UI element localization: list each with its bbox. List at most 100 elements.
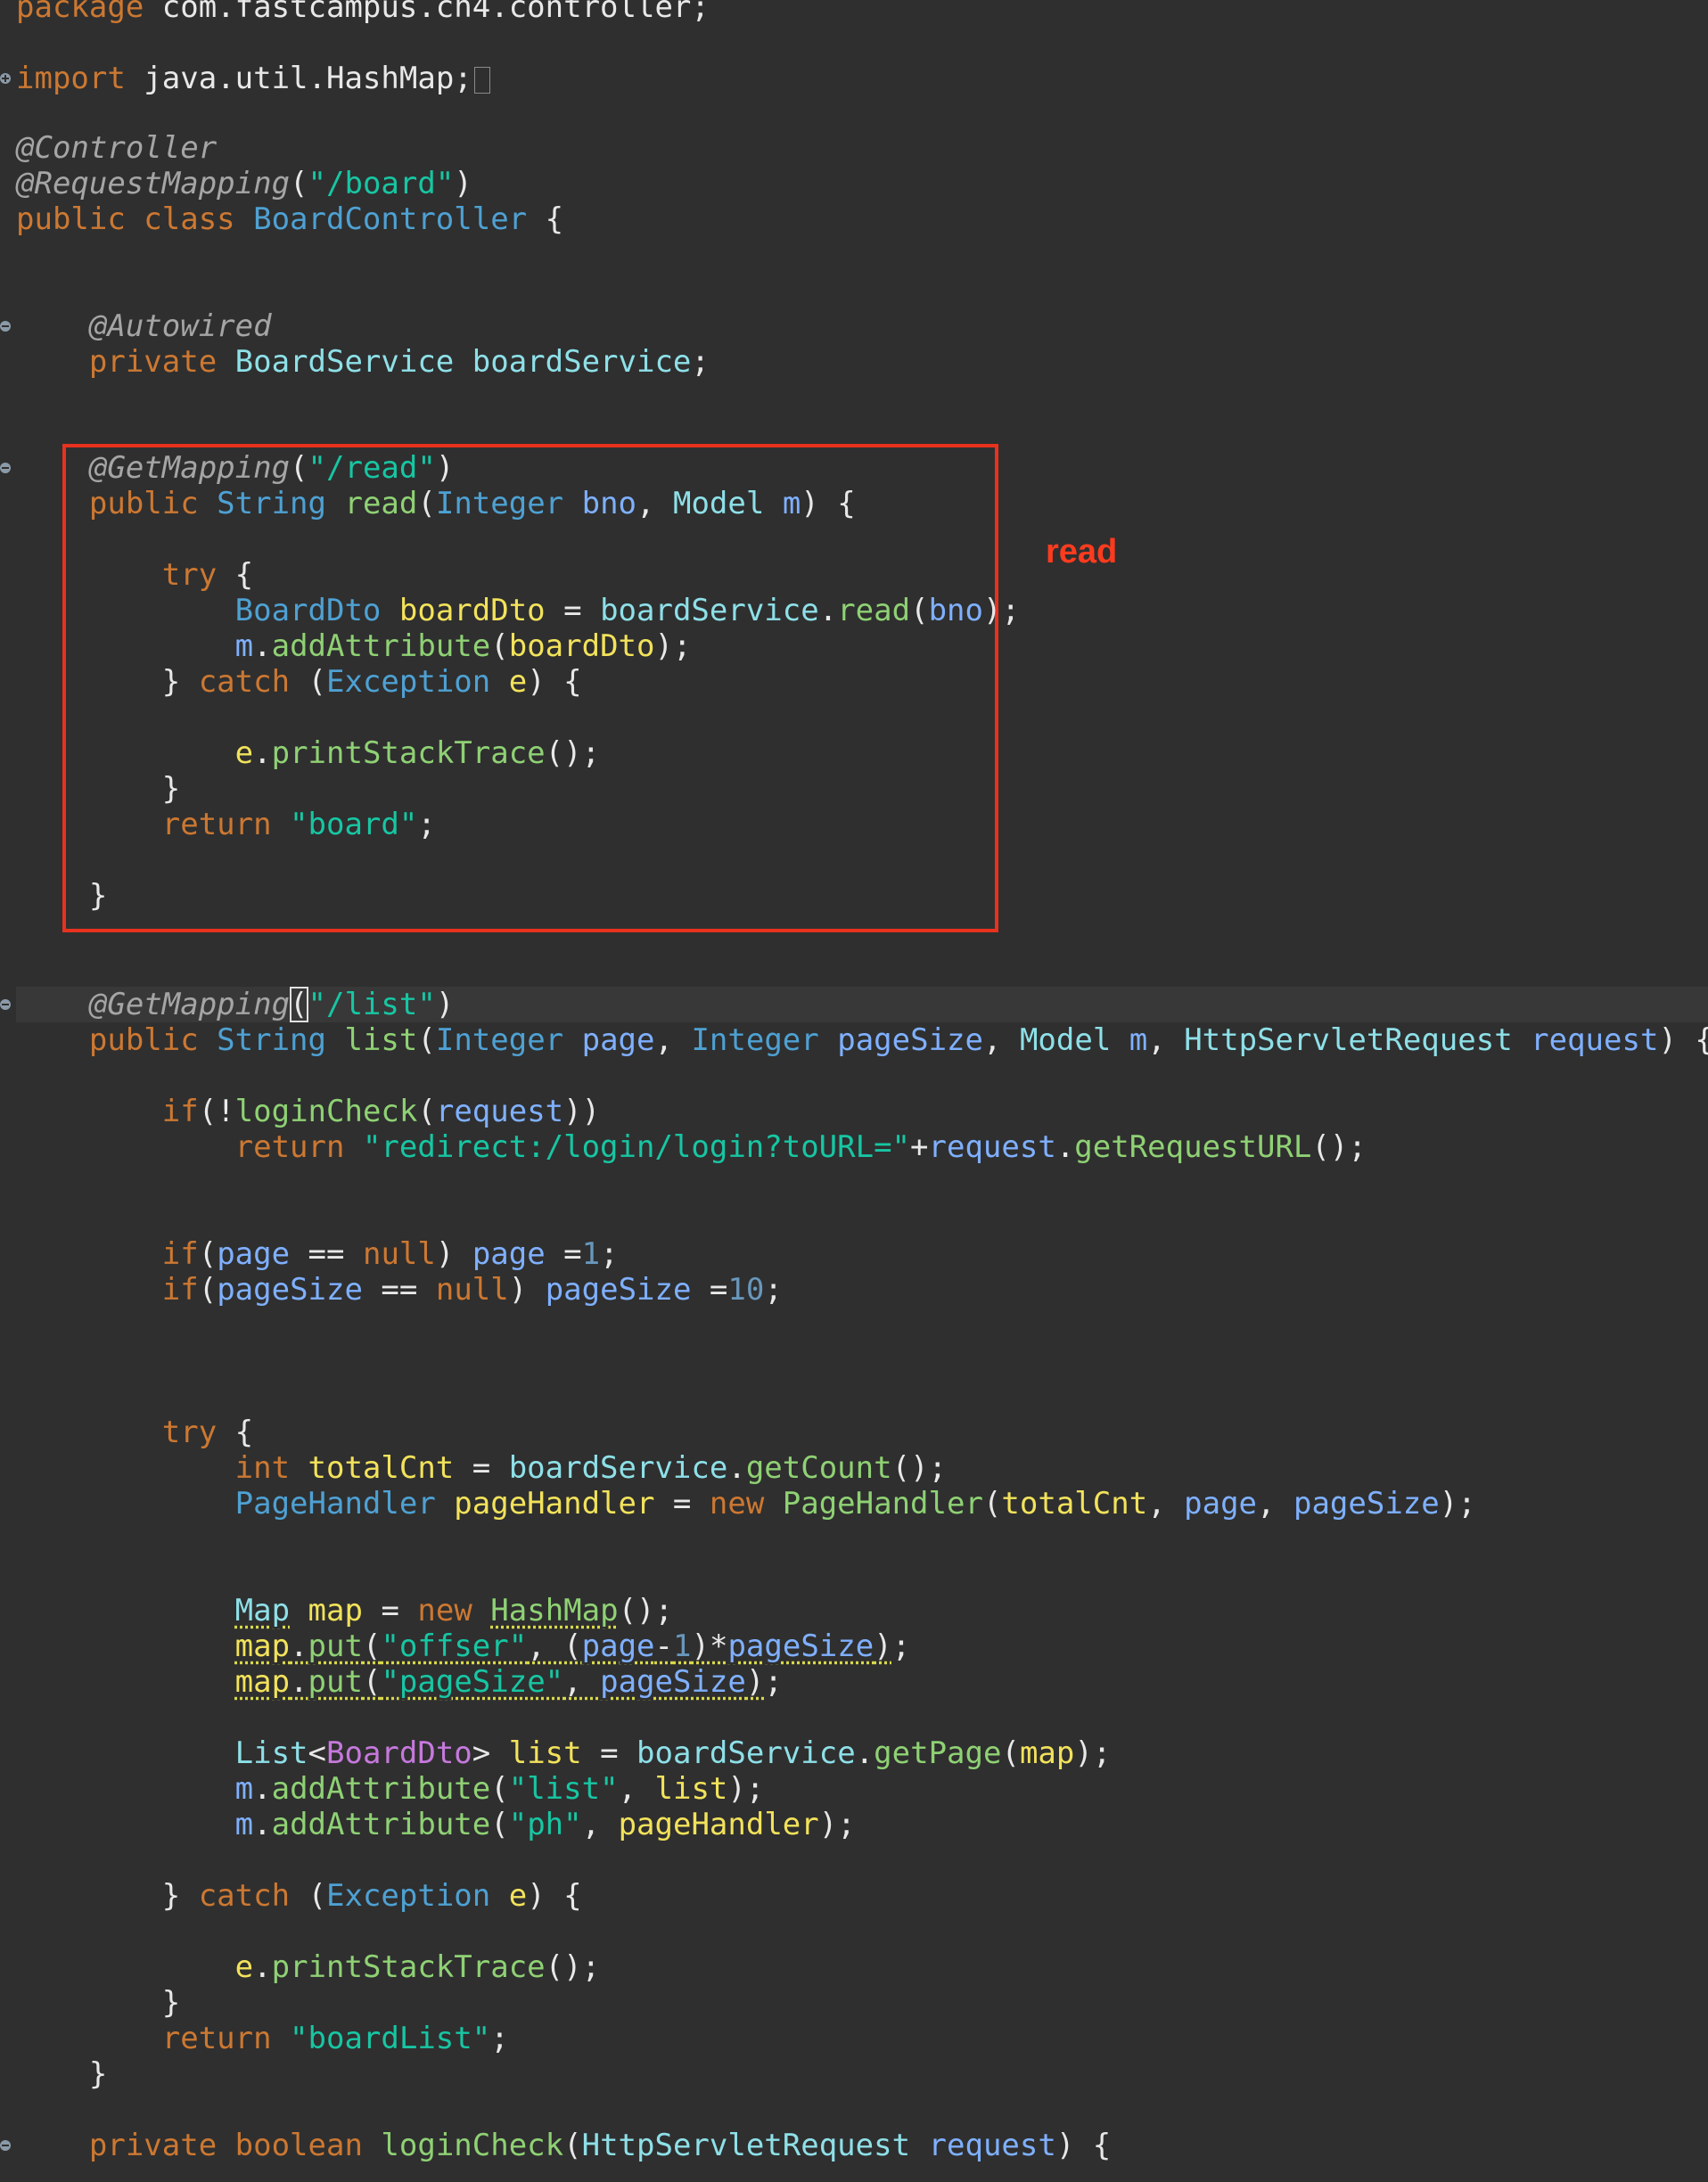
code-line[interactable]: map.put("pageSize", pageSize); <box>16 1664 783 1700</box>
code-line[interactable]: if(page == null) page =1; <box>16 1236 619 1272</box>
code-line[interactable]: package com.fastcampus.ch4.controller; <box>16 0 710 25</box>
code-token: HttpServletRequest <box>581 2128 929 2163</box>
code-token: private <box>16 344 235 380</box>
code-token: "board" <box>290 807 418 842</box>
code-token: return <box>16 2021 291 2056</box>
code-token: list <box>508 1735 582 1771</box>
code-token: catch <box>198 1878 291 1914</box>
code-line[interactable]: e.printStackTrace(); <box>16 1949 600 1985</box>
code-token: = <box>581 1735 637 1771</box>
code-token: . <box>727 1450 746 1486</box>
code-line[interactable]: } <box>16 2056 107 2092</box>
code-token: page <box>217 1236 291 1272</box>
folded-imports-marker[interactable] <box>473 66 490 94</box>
code-line[interactable]: @Controller <box>16 130 217 166</box>
code-line[interactable]: if(!loginCheck(request)) <box>16 1094 600 1129</box>
code-token: boardDto <box>508 628 655 664</box>
code-token: , <box>1147 1022 1185 1058</box>
code-line[interactable]: @RequestMapping("/board") <box>16 166 472 201</box>
code-line[interactable]: List<BoardDto> list = boardService.getPa… <box>16 1735 1112 1771</box>
code-line[interactable]: @GetMapping("/read") <box>16 450 454 486</box>
fold-collapse-icon[interactable] <box>0 999 11 1010</box>
code-line[interactable]: m.addAttribute(boardDto); <box>16 628 692 664</box>
code-token: } <box>16 1985 181 2021</box>
code-token: public class <box>16 201 254 237</box>
code-token: HttpServletRequest <box>1184 1022 1531 1058</box>
code-token: . <box>253 1949 272 1985</box>
code-token: Integer <box>435 1022 582 1058</box>
code-line[interactable]: } catch (Exception e) { <box>16 1878 582 1914</box>
code-token: ( <box>290 987 308 1022</box>
code-token: map <box>1019 1735 1075 1771</box>
code-token: ( <box>490 1771 509 1807</box>
code-token: ) <box>454 166 472 201</box>
code-token: 1 <box>673 1628 692 1664</box>
fold-collapse-icon[interactable] <box>0 2140 11 2151</box>
code-line[interactable]: private boolean loginCheck(HttpServletRe… <box>16 2128 1111 2163</box>
code-token: return <box>16 807 291 842</box>
code-editor[interactable]: read package com.fastcampus.ch4.controll… <box>0 0 1708 2182</box>
code-token: . <box>253 1771 272 1807</box>
code-token: = <box>654 1486 710 1522</box>
code-line[interactable]: @GetMapping("/list") <box>16 987 454 1022</box>
code-token: map <box>308 1593 363 1628</box>
code-line[interactable]: m.addAttribute("list", list); <box>16 1771 765 1807</box>
code-line[interactable]: if(pageSize == null) pageSize =10; <box>16 1272 783 1308</box>
code-token: = <box>454 1450 509 1486</box>
code-token: (); <box>1311 1129 1367 1165</box>
code-token: == <box>290 1236 363 1272</box>
code-line[interactable]: } catch (Exception e) { <box>16 664 582 700</box>
code-line[interactable]: return "board"; <box>16 807 436 842</box>
code-token: (! <box>198 1094 235 1129</box>
fold-expand-icon[interactable] <box>0 73 11 84</box>
code-line[interactable]: try { <box>16 557 253 593</box>
code-line[interactable]: PageHandler pageHandler = new PageHandle… <box>16 1486 1476 1522</box>
code-line[interactable]: import java.util.HashMap; <box>16 61 490 96</box>
fold-collapse-icon[interactable] <box>0 321 11 332</box>
code-line[interactable]: private BoardService boardService; <box>16 344 710 380</box>
code-line[interactable]: @Autowired <box>16 308 272 344</box>
fold-collapse-icon[interactable] <box>0 463 11 473</box>
code-token: ) <box>435 987 455 1022</box>
code-line[interactable]: } <box>16 771 180 807</box>
code-line[interactable]: public String list(Integer page, Integer… <box>16 1022 1708 1058</box>
code-token: m <box>782 486 801 521</box>
code-token: e <box>508 664 528 700</box>
code-token: ) <box>874 1628 892 1664</box>
code-token: } <box>16 1878 199 1914</box>
code-line[interactable]: int totalCnt = boardService.getCount(); <box>16 1450 947 1486</box>
code-token: (); <box>545 1949 601 1985</box>
code-line[interactable]: try { <box>16 1415 253 1450</box>
code-token: Model <box>672 486 783 521</box>
code-token: null <box>362 1236 436 1272</box>
code-token: = <box>691 1272 728 1308</box>
code-line[interactable]: BoardDto boardDto = boardService.read(bn… <box>16 593 1020 628</box>
code-line[interactable]: } <box>16 878 107 914</box>
code-line[interactable]: m.addAttribute("ph", pageHandler); <box>16 1807 856 1842</box>
code-line[interactable]: Map map = new HashMap(); <box>16 1593 673 1628</box>
code-token: . <box>253 628 272 664</box>
code-line[interactable]: e.printStackTrace(); <box>16 735 600 771</box>
code-line[interactable]: } <box>16 1985 180 2021</box>
code-token: , ( <box>527 1628 582 1664</box>
code-token: ) <box>508 1272 546 1308</box>
code-token: ( <box>198 1236 218 1272</box>
code-token: @RequestMapping <box>16 166 291 201</box>
code-line[interactable]: map.put("offser", (page-1)*pageSize); <box>16 1628 911 1664</box>
code-token: page <box>1184 1486 1258 1522</box>
code-token: pageSize <box>545 1272 692 1308</box>
code-token: , <box>618 1771 655 1807</box>
code-token: printStackTrace <box>271 1949 546 1985</box>
code-line[interactable]: return "boardList"; <box>16 2021 509 2056</box>
code-token: == <box>362 1272 436 1308</box>
code-token: null <box>435 1272 509 1308</box>
code-line[interactable]: public String read(Integer bno, Model m)… <box>16 486 856 521</box>
code-line[interactable]: public class BoardController { <box>16 201 563 237</box>
code-line[interactable]: return "redirect:/login/login?toURL="+re… <box>16 1129 1367 1165</box>
code-token: , <box>654 1022 692 1058</box>
code-token: ( <box>417 486 436 521</box>
code-token: list <box>654 1771 728 1807</box>
code-token: java.util.HashMap; <box>144 61 472 96</box>
code-token: , <box>563 1664 601 1700</box>
